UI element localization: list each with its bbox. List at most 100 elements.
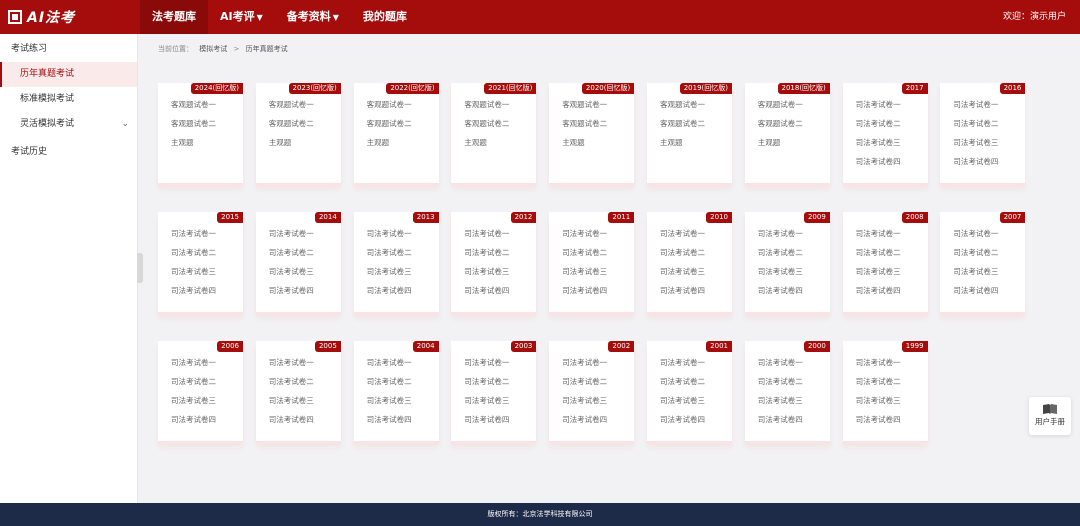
exam-paper-link[interactable]: 客观题试卷二 [367,118,412,129]
exam-paper-link[interactable]: 司法考试卷三 [856,266,901,277]
exam-paper-link[interactable]: 客观题试卷一 [171,99,216,110]
exam-paper-link[interactable]: 司法考试卷一 [171,228,216,239]
exam-paper-link[interactable]: 客观题试卷一 [464,99,509,110]
exam-paper-link[interactable]: 司法考试卷二 [758,376,803,387]
exam-paper-link[interactable]: 司法考试卷三 [269,395,314,406]
exam-paper-link[interactable]: 司法考试卷三 [171,266,216,277]
exam-paper-link[interactable]: 司法考试卷二 [953,247,998,258]
exam-paper-link[interactable]: 司法考试卷四 [367,285,412,296]
exam-paper-link[interactable]: 司法考试卷四 [856,156,901,167]
nav-item-ai-evaluation[interactable]: AI考评 ▼ [208,0,275,34]
sidebar-collapse-handle[interactable] [137,253,143,283]
exam-paper-link[interactable]: 司法考试卷四 [856,285,901,296]
exam-paper-link[interactable]: 司法考试卷二 [367,376,412,387]
exam-paper-link[interactable]: 司法考试卷一 [953,228,998,239]
sidebar-item-standard-mock[interactable]: 标准模拟考试 [0,87,137,112]
logo[interactable]: AI法考 [8,7,75,27]
exam-paper-link[interactable]: 司法考试卷一 [367,357,412,368]
exam-paper-link[interactable]: 司法考试卷二 [856,376,901,387]
exam-paper-link[interactable]: 司法考试卷四 [953,156,998,167]
exam-paper-link[interactable]: 司法考试卷四 [953,285,998,296]
exam-paper-link[interactable]: 司法考试卷二 [464,247,509,258]
exam-paper-link[interactable]: 司法考试卷一 [758,228,803,239]
exam-paper-link[interactable]: 司法考试卷一 [856,357,901,368]
exam-paper-link[interactable]: 司法考试卷三 [562,395,607,406]
exam-paper-link[interactable]: 司法考试卷二 [464,376,509,387]
exam-paper-link[interactable]: 司法考试卷一 [856,99,901,110]
exam-paper-link[interactable]: 司法考试卷二 [269,247,314,258]
exam-paper-link[interactable]: 司法考试卷二 [562,247,607,258]
exam-paper-link[interactable]: 主观题 [171,137,194,148]
exam-paper-link[interactable]: 主观题 [464,137,487,148]
exam-paper-link[interactable]: 司法考试卷三 [367,266,412,277]
exam-paper-link[interactable]: 司法考试卷三 [660,395,705,406]
sidebar-group-exam-practice[interactable]: 考试练习 [0,37,137,62]
exam-paper-link[interactable]: 客观题试卷一 [758,99,803,110]
exam-paper-link[interactable]: 司法考试卷一 [464,228,509,239]
exam-paper-link[interactable]: 客观题试卷二 [758,118,803,129]
sidebar-item-past-exams[interactable]: 历年真题考试 [0,62,137,87]
exam-paper-link[interactable]: 司法考试卷三 [562,266,607,277]
exam-paper-link[interactable]: 主观题 [758,137,781,148]
exam-paper-link[interactable]: 司法考试卷三 [953,137,998,148]
exam-paper-link[interactable]: 司法考试卷四 [660,414,705,425]
exam-paper-link[interactable]: 司法考试卷四 [171,285,216,296]
user-manual-button[interactable]: 用户手册 [1029,397,1071,435]
user-greeting[interactable]: 欢迎：演示用户 [1003,0,1066,34]
exam-paper-link[interactable]: 司法考试卷一 [856,228,901,239]
exam-paper-link[interactable]: 主观题 [660,137,683,148]
exam-paper-link[interactable]: 司法考试卷三 [464,395,509,406]
exam-paper-link[interactable]: 司法考试卷二 [856,118,901,129]
exam-paper-link[interactable]: 司法考试卷四 [562,285,607,296]
exam-paper-link[interactable]: 司法考试卷四 [171,414,216,425]
exam-paper-link[interactable]: 司法考试卷二 [171,247,216,258]
exam-paper-link[interactable]: 主观题 [367,137,390,148]
exam-paper-link[interactable]: 司法考试卷三 [856,395,901,406]
exam-paper-link[interactable]: 司法考试卷三 [269,266,314,277]
exam-paper-link[interactable]: 司法考试卷一 [367,228,412,239]
exam-paper-link[interactable]: 司法考试卷一 [562,228,607,239]
exam-paper-link[interactable]: 司法考试卷一 [660,228,705,239]
exam-paper-link[interactable]: 主观题 [562,137,585,148]
exam-paper-link[interactable]: 司法考试卷二 [367,247,412,258]
exam-paper-link[interactable]: 司法考试卷二 [562,376,607,387]
exam-paper-link[interactable]: 司法考试卷二 [856,247,901,258]
nav-item-prep-materials[interactable]: 备考资料 ▼ [275,0,351,34]
exam-paper-link[interactable]: 客观题试卷一 [660,99,705,110]
exam-paper-link[interactable]: 司法考试卷一 [953,99,998,110]
exam-paper-link[interactable]: 司法考试卷二 [171,376,216,387]
exam-paper-link[interactable]: 司法考试卷一 [758,357,803,368]
exam-paper-link[interactable]: 司法考试卷一 [562,357,607,368]
exam-paper-link[interactable]: 司法考试卷三 [660,266,705,277]
exam-paper-link[interactable]: 司法考试卷二 [660,247,705,258]
nav-item-question-bank[interactable]: 法考题库 [140,0,208,34]
exam-paper-link[interactable]: 客观题试卷一 [562,99,607,110]
exam-paper-link[interactable]: 司法考试卷四 [269,414,314,425]
exam-paper-link[interactable]: 司法考试卷四 [562,414,607,425]
exam-paper-link[interactable]: 客观题试卷二 [269,118,314,129]
exam-paper-link[interactable]: 客观题试卷二 [464,118,509,129]
exam-paper-link[interactable]: 司法考试卷三 [953,266,998,277]
nav-item-my-questions[interactable]: 我的题库 [351,0,419,34]
exam-paper-link[interactable]: 司法考试卷一 [269,357,314,368]
exam-paper-link[interactable]: 客观题试卷一 [269,99,314,110]
exam-paper-link[interactable]: 司法考试卷四 [464,414,509,425]
exam-paper-link[interactable]: 司法考试卷四 [367,414,412,425]
exam-paper-link[interactable]: 司法考试卷三 [856,137,901,148]
exam-paper-link[interactable]: 司法考试卷四 [660,285,705,296]
sidebar-group-exam-history[interactable]: 考试历史 [0,140,137,165]
exam-paper-link[interactable]: 司法考试卷一 [171,357,216,368]
exam-paper-link[interactable]: 司法考试卷二 [660,376,705,387]
exam-paper-link[interactable]: 司法考试卷一 [660,357,705,368]
exam-paper-link[interactable]: 客观题试卷一 [367,99,412,110]
exam-paper-link[interactable]: 司法考试卷四 [758,285,803,296]
exam-paper-link[interactable]: 客观题试卷二 [171,118,216,129]
exam-paper-link[interactable]: 司法考试卷三 [758,395,803,406]
exam-paper-link[interactable]: 司法考试卷三 [758,266,803,277]
exam-paper-link[interactable]: 司法考试卷二 [269,376,314,387]
exam-paper-link[interactable]: 司法考试卷四 [269,285,314,296]
exam-paper-link[interactable]: 司法考试卷四 [856,414,901,425]
breadcrumb-mock-exam[interactable]: 模拟考试 [199,45,227,53]
exam-paper-link[interactable]: 司法考试卷四 [758,414,803,425]
exam-paper-link[interactable]: 客观题试卷二 [562,118,607,129]
